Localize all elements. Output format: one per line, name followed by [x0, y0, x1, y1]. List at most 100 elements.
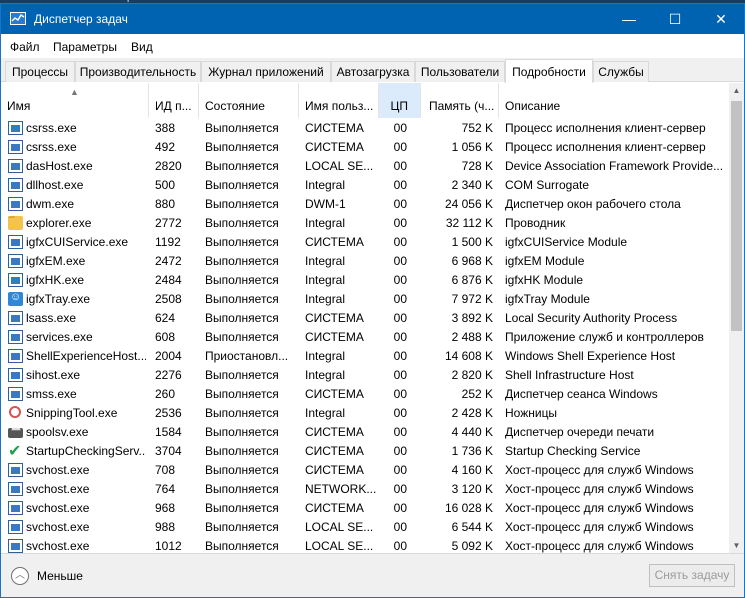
process-pid: 624: [155, 311, 176, 325]
table-row[interactable]: ShellExperienceHost... 2004 Приостановл...…: [1, 347, 729, 366]
process-memory: 252 K: [461, 387, 493, 401]
process-state: Выполняется: [205, 463, 279, 477]
table-row[interactable]: csrss.exe 388 Выполняется СИСТЕМА 00 752 K Про…: [1, 119, 729, 138]
process-user: Integral: [305, 178, 346, 192]
process-cpu: 00: [381, 482, 419, 496]
process-description: Хост-процесс для служб Windows: [505, 539, 694, 553]
tab-details[interactable]: Подробности: [505, 59, 593, 83]
table-row[interactable]: igfxEM.exe 2472 Выполняется Integral 00 6 968…: [1, 252, 729, 271]
process-cpu: 00: [381, 235, 419, 249]
process-state: Выполняется: [205, 425, 279, 439]
table-row[interactable]: dllhost.exe 500 Выполняется Integral 00 2 340…: [1, 176, 729, 195]
process-description: Хост-процесс для служб Windows: [505, 463, 694, 477]
app-icon: [8, 330, 23, 344]
column-header-memory[interactable]: Память (ч...: [421, 83, 499, 118]
table-row[interactable]: dwm.exe 880 Выполняется DWM-1 00 24 056 K Дисп…: [1, 195, 729, 214]
process-pid: 388: [155, 121, 176, 135]
close-icon: ✕: [715, 10, 727, 27]
process-cpu: 00: [381, 501, 419, 515]
process-user: СИСТЕМА: [305, 425, 364, 439]
process-description: Ножницы: [505, 406, 558, 420]
process-state: Выполняется: [205, 444, 279, 458]
process-memory: 16 028 K: [444, 501, 493, 515]
table-row[interactable]: smss.exe 260 Выполняется СИСТЕМА 00 252 K Дисп…: [1, 385, 729, 404]
column-header-cpu[interactable]: ЦП: [379, 83, 421, 118]
tab-processes[interactable]: Процессы: [5, 61, 75, 82]
process-user: СИСТЕМА: [305, 140, 364, 154]
scroll-up-icon[interactable]: ▲: [729, 83, 744, 98]
table-row[interactable]: ✔ StartupCheckingServ... 3704 Выполняется СИ…: [1, 442, 729, 461]
process-cpu: 00: [381, 121, 419, 135]
table-row[interactable]: sihost.exe 2276 Выполняется Integral 00 2 820…: [1, 366, 729, 385]
table-row[interactable]: igfxHK.exe 2484 Выполняется Integral 00 6 876…: [1, 271, 729, 290]
tab-app-history[interactable]: Журнал приложений: [201, 61, 331, 82]
process-state: Выполняется: [205, 235, 279, 249]
table-row[interactable]: svchost.exe 708 Выполняется СИСТЕМА 00 4 160 …: [1, 461, 729, 480]
window-title: Диспетчер задач: [34, 12, 128, 26]
maximize-button[interactable]: ☐: [652, 4, 698, 34]
process-state: Выполняется: [205, 121, 279, 135]
table-row[interactable]: igfxCUIService.exe 1192 Выполняется СИСТЕМА…: [1, 233, 729, 252]
process-state: Выполняется: [205, 216, 279, 230]
table-row[interactable]: svchost.exe 968 Выполняется СИСТЕМА 00 16 028…: [1, 499, 729, 518]
table-row[interactable]: csrss.exe 492 Выполняется СИСТЕМА 00 1 056 K П…: [1, 138, 729, 157]
tab-users[interactable]: Пользователи: [415, 61, 505, 82]
table-row[interactable]: spoolsv.exe 1584 Выполняется СИСТЕМА 00 4 440…: [1, 423, 729, 442]
menu-options[interactable]: Параметры: [53, 40, 117, 54]
scroll-down-icon[interactable]: ▼: [729, 538, 744, 553]
chevron-up-icon[interactable]: ︿: [11, 567, 29, 585]
table-row[interactable]: lsass.exe 624 Выполняется СИСТЕМА 00 3 892 K L…: [1, 309, 729, 328]
process-user: LOCAL SE...: [305, 520, 374, 534]
table-row[interactable]: SnippingTool.exe 2536 Выполняется Integral 0…: [1, 404, 729, 423]
process-memory: 6 876 K: [451, 273, 493, 287]
app-icon: [8, 178, 23, 192]
process-pid: 708: [155, 463, 176, 477]
process-memory: 728 K: [461, 159, 493, 173]
printer-icon: [8, 428, 23, 438]
close-button[interactable]: ✕: [698, 4, 744, 34]
tab-startup[interactable]: Автозагрузка: [331, 61, 415, 82]
table-row[interactable]: svchost.exe 1012 Выполняется LOCAL SE... 00 5…: [1, 537, 729, 553]
minimize-button[interactable]: —: [606, 4, 652, 34]
menu-file[interactable]: Файл: [10, 40, 40, 54]
process-state: Выполняется: [205, 406, 279, 420]
process-state: Выполняется: [205, 501, 279, 515]
process-memory: 752 K: [461, 121, 493, 135]
column-header-pid[interactable]: ИД п...: [149, 83, 199, 118]
table-row[interactable]: services.exe 608 Выполняется СИСТЕМА 00 2 488…: [1, 328, 729, 347]
process-cpu: 00: [381, 292, 419, 306]
process-description: Приложение служб и контроллеров: [505, 330, 704, 344]
process-user: Integral: [305, 368, 346, 382]
app-icon: [8, 387, 23, 401]
table-row[interactable]: svchost.exe 764 Выполняется NETWORK... 00 3 1…: [1, 480, 729, 499]
process-user: Integral: [305, 406, 346, 420]
app-icon: [8, 159, 23, 173]
tab-services[interactable]: Службы: [593, 61, 649, 82]
process-description: Device Association Framework Provide...: [505, 159, 724, 173]
process-pid: 500: [155, 178, 176, 192]
end-task-button[interactable]: Снять задачу: [649, 564, 735, 587]
table-row[interactable]: igfxTray.exe 2508 Выполняется Integral 00 7 9…: [1, 290, 729, 309]
process-pid: 260: [155, 387, 176, 401]
fewer-details-link[interactable]: Меньше: [37, 569, 83, 583]
scrollbar-thumb[interactable]: [731, 101, 742, 331]
column-header-state[interactable]: Состояние: [199, 83, 299, 118]
menu-view[interactable]: Вид: [131, 40, 153, 54]
column-header-user[interactable]: Имя польз...: [299, 83, 379, 118]
column-header-description[interactable]: Описание: [499, 83, 729, 118]
process-memory: 2 488 K: [451, 330, 493, 344]
process-memory: 6 544 K: [451, 520, 493, 534]
process-user: СИСТЕМА: [305, 311, 364, 325]
process-description: Диспетчер окон рабочего стола: [505, 197, 681, 211]
process-cpu: 00: [381, 387, 419, 401]
tab-performance[interactable]: Производительность: [75, 61, 201, 82]
table-row[interactable]: svchost.exe 988 Выполняется LOCAL SE... 00 6 …: [1, 518, 729, 537]
column-header-state-label: Состояние: [205, 99, 265, 113]
process-memory: 2 340 K: [451, 178, 493, 192]
vertical-scrollbar[interactable]: ▲ ▼: [729, 83, 744, 553]
title-bar[interactable]: Диспетчер задач — ☐ ✕: [1, 4, 744, 34]
table-row[interactable]: dasHost.exe 2820 Выполняется LOCAL SE... 00 7…: [1, 157, 729, 176]
process-name: spoolsv.exe: [26, 425, 89, 439]
table-row[interactable]: explorer.exe 2772 Выполняется Integral 00 32 …: [1, 214, 729, 233]
tray-icon: [8, 292, 23, 306]
